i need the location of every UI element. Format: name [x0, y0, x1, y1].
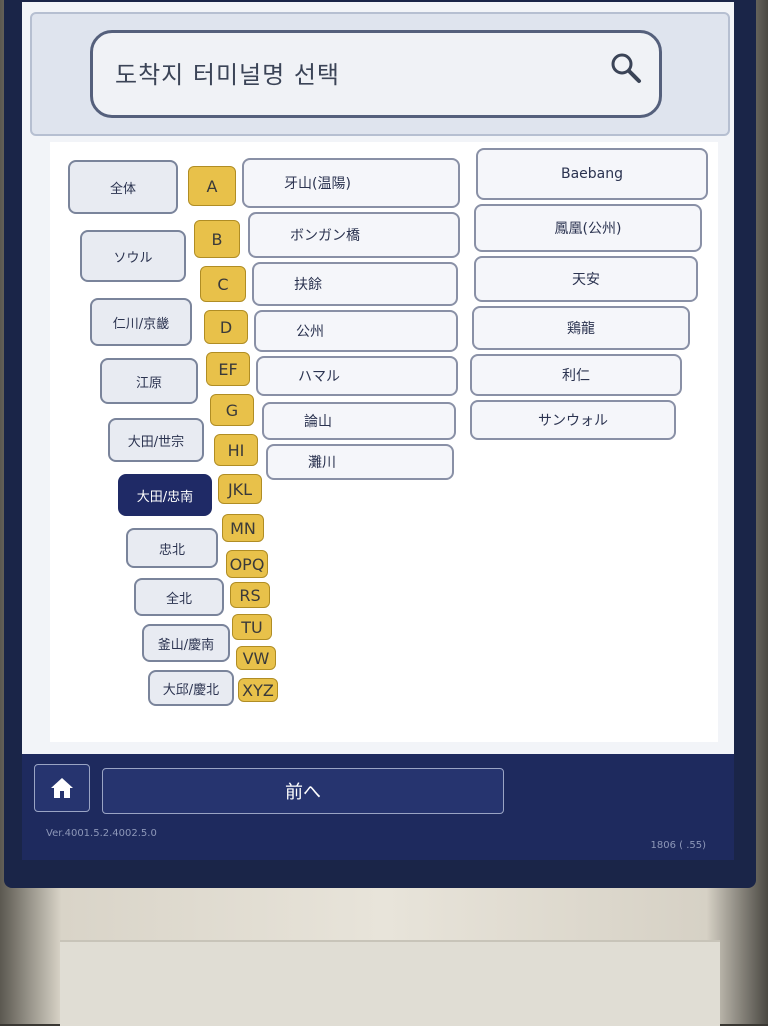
terminal-button[interactable]: Baebang: [476, 148, 708, 200]
kiosk-base: [60, 940, 720, 1026]
terminal-button[interactable]: 牙山(温陽): [242, 158, 460, 208]
region-button[interactable]: 大田/世宗: [108, 418, 204, 462]
screen-bezel: 도착지 터미널명 선택 全体ソウル仁川/京畿江原大田/世宗大田/忠南忠北全北釜山…: [4, 0, 756, 888]
alphabet-button[interactable]: JKL: [218, 474, 262, 504]
prev-button[interactable]: 前へ: [102, 768, 504, 814]
alphabet-button[interactable]: A: [188, 166, 236, 206]
home-icon: [51, 778, 73, 798]
alphabet-button[interactable]: OPQ: [226, 550, 268, 578]
alphabet-button[interactable]: C: [200, 266, 246, 302]
terminal-button[interactable]: 論山: [262, 402, 456, 440]
home-button[interactable]: [34, 764, 90, 812]
region-button[interactable]: ソウル: [80, 230, 186, 282]
terminal-button[interactable]: 鶏龍: [472, 306, 690, 350]
terminal-button[interactable]: ボンガン橋: [248, 212, 460, 258]
search-icon[interactable]: [609, 51, 643, 85]
kiosk-screen: 도착지 터미널명 선택 全体ソウル仁川/京畿江原大田/世宗大田/忠南忠北全北釜山…: [22, 2, 734, 860]
alphabet-button[interactable]: EF: [206, 352, 250, 386]
terminal-button[interactable]: 利仁: [470, 354, 682, 396]
alphabet-button[interactable]: RS: [230, 582, 270, 608]
terminal-button[interactable]: 天安: [474, 256, 698, 302]
bottom-bar: 前へ Ver.4001.5.2.4002.5.0 1806 ( .55): [22, 754, 734, 860]
alphabet-button[interactable]: G: [210, 394, 254, 426]
search-box[interactable]: 도착지 터미널명 선택: [90, 30, 662, 118]
alphabet-button[interactable]: XYZ: [238, 678, 278, 702]
alphabet-button[interactable]: B: [194, 220, 240, 258]
terminal-button[interactable]: 扶餘: [252, 262, 458, 306]
alphabet-button[interactable]: MN: [222, 514, 264, 542]
alphabet-button[interactable]: TU: [232, 614, 272, 640]
alphabet-button[interactable]: VW: [236, 646, 276, 670]
search-area: 도착지 터미널명 선택: [30, 12, 730, 136]
alphabet-button[interactable]: D: [204, 310, 248, 344]
terminal-button[interactable]: 公州: [254, 310, 458, 352]
terminal-code: 1806 ( .55): [650, 840, 706, 851]
region-button[interactable]: 釜山/慶南: [142, 624, 230, 662]
version-text: Ver.4001.5.2.4002.5.0: [46, 828, 157, 839]
region-button[interactable]: 仁川/京畿: [90, 298, 192, 346]
terminal-button[interactable]: 鳳凰(公州): [474, 204, 702, 252]
region-button[interactable]: 忠北: [126, 528, 218, 568]
terminal-list-area: 全体ソウル仁川/京畿江原大田/世宗大田/忠南忠北全北釜山/慶南大邱/慶北 ABC…: [50, 142, 718, 742]
region-button[interactable]: 大邱/慶北: [148, 670, 234, 706]
terminal-button[interactable]: サンウォル: [470, 400, 676, 440]
region-button[interactable]: 全体: [68, 160, 178, 214]
region-button[interactable]: 全北: [134, 578, 224, 616]
region-button[interactable]: 江原: [100, 358, 198, 404]
search-title: 도착지 터미널명 선택: [115, 61, 340, 89]
terminal-button[interactable]: ハマル: [256, 356, 458, 396]
terminal-button[interactable]: 灘川: [266, 444, 454, 480]
alphabet-button[interactable]: HI: [214, 434, 258, 466]
region-button[interactable]: 大田/忠南: [118, 474, 212, 516]
